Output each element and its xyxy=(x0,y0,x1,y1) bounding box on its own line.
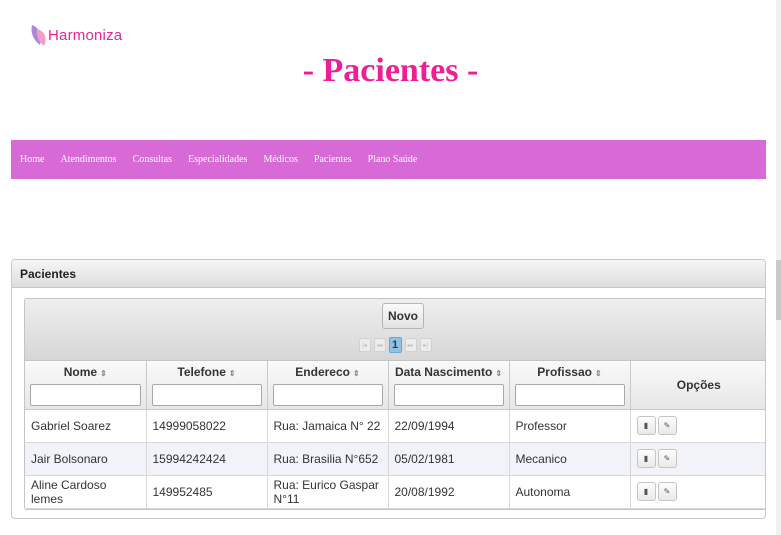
filter-input-telefone[interactable] xyxy=(151,384,262,406)
page-number-current[interactable]: 1 xyxy=(388,337,402,353)
patients-datatable: Novo |◂ ◂◂ 1 ▸▸ ▸| Nome ⇕ Telefone ⇕ Ender… xyxy=(24,298,765,510)
cell-endereco: Rua: Eurico Gaspar N°11 xyxy=(267,475,389,509)
trash-icon[interactable]: ▮ xyxy=(636,482,656,501)
last-page-icon[interactable]: ▸| xyxy=(419,338,432,352)
brand-logo[interactable]: Harmoniza xyxy=(28,22,122,48)
page-title: - Pacientes - xyxy=(302,52,479,89)
cell-telefone: 15994242424 xyxy=(146,442,268,476)
scrollbar-thumb[interactable] xyxy=(776,260,781,320)
column-label-nome: Nome xyxy=(63,365,98,379)
harmoniza-logo-icon xyxy=(31,25,46,46)
column-label-telefone: Telefone xyxy=(177,365,226,379)
sort-icon: ⇕ xyxy=(594,369,602,378)
table-row[interactable]: Aline Cardoso lemes 149952485 Rua: Euric… xyxy=(25,475,765,509)
cell-profissao: Autonoma xyxy=(509,475,631,509)
cell-telefone: 14999058022 xyxy=(146,409,268,443)
paginator: |◂ ◂◂ 1 ▸▸ ▸| xyxy=(25,335,765,355)
filter-input-data-nascimento[interactable] xyxy=(393,384,504,406)
trash-icon[interactable]: ▮ xyxy=(636,416,656,435)
pencil-icon[interactable]: ✎ xyxy=(657,482,677,501)
cell-telefone: 149952485 xyxy=(146,475,268,509)
sort-icon: ⇕ xyxy=(228,369,236,378)
table-row[interactable]: Gabriel Soarez 14999058022 Rua: Jamaica … xyxy=(25,409,765,443)
patients-table: Nome ⇕ Telefone ⇕ Endereco ⇕ Data Nasciment… xyxy=(25,361,765,509)
column-header-data-nascimento[interactable]: Data Nascimento ⇕ xyxy=(388,361,510,410)
panel-title: Pacientes xyxy=(12,260,765,288)
prev-page-icon[interactable]: ◂◂ xyxy=(373,338,386,352)
pencil-icon[interactable]: ✎ xyxy=(657,449,677,468)
nav-item-pacientes[interactable]: Pacientes xyxy=(314,154,352,165)
table-row[interactable]: Jair Bolsonaro 15994242424 Rua: Brasilia… xyxy=(25,442,765,476)
column-header-opcoes: Opções xyxy=(630,361,765,410)
main-navbar: Home Atendimentos Consultas Especialidad… xyxy=(11,140,766,179)
column-label-data-nascimento: Data Nascimento xyxy=(394,365,493,379)
cell-opcoes: ▮ ✎ xyxy=(630,442,765,476)
nav-item-consultas[interactable]: Consultas xyxy=(133,154,172,165)
brand-name: Harmoniza xyxy=(48,26,123,44)
nav-item-home[interactable]: Home xyxy=(20,154,44,165)
filter-input-nome[interactable] xyxy=(30,384,141,406)
cell-nascimento: 20/08/1992 xyxy=(388,475,510,509)
sort-icon: ⇕ xyxy=(352,369,360,378)
cell-nascimento: 05/02/1981 xyxy=(388,442,510,476)
pacientes-panel: Pacientes Novo |◂ ◂◂ 1 ▸▸ ▸| Nome ⇕ Telef… xyxy=(11,259,766,519)
column-header-profissao[interactable]: Profissao ⇕ xyxy=(509,361,631,410)
page-scrollbar[interactable] xyxy=(776,0,781,535)
column-header-telefone[interactable]: Telefone ⇕ xyxy=(146,361,268,410)
column-header-nome[interactable]: Nome ⇕ xyxy=(25,361,147,410)
sort-icon: ⇕ xyxy=(100,369,107,378)
cell-nome: Jair Bolsonaro xyxy=(25,442,147,476)
pencil-icon[interactable]: ✎ xyxy=(657,416,677,435)
sort-icon: ⇕ xyxy=(495,369,503,378)
nav-item-plano-saude[interactable]: Plano Saúde xyxy=(368,154,418,165)
cell-endereco: Rua: Jamaica N° 22 xyxy=(267,409,389,443)
column-header-endereco[interactable]: Endereco ⇕ xyxy=(267,361,389,410)
cell-profissao: Mecanico xyxy=(509,442,631,476)
cell-opcoes: ▮ ✎ xyxy=(630,475,765,509)
filter-input-profissao[interactable] xyxy=(514,384,625,406)
cell-nome: Aline Cardoso lemes xyxy=(25,475,147,509)
cell-endereco: Rua: Brasilia N°652 xyxy=(267,442,389,476)
nav-item-medicos[interactable]: Médicos xyxy=(263,154,297,165)
cell-nome: Gabriel Soarez xyxy=(25,409,147,443)
column-label-endereco: Endereco xyxy=(295,365,350,379)
filter-input-endereco[interactable] xyxy=(272,384,383,406)
cell-profissao: Professor xyxy=(509,409,631,443)
next-page-icon[interactable]: ▸▸ xyxy=(404,338,417,352)
new-patient-button[interactable]: Novo xyxy=(382,303,424,329)
column-label-profissao: Profissao xyxy=(537,365,592,379)
nav-item-especialidades[interactable]: Especialidades xyxy=(188,154,247,165)
first-page-icon[interactable]: |◂ xyxy=(358,338,371,352)
cell-nascimento: 22/09/1994 xyxy=(388,409,510,443)
trash-icon[interactable]: ▮ xyxy=(636,449,656,468)
nav-item-atendimentos[interactable]: Atendimentos xyxy=(60,154,116,165)
cell-opcoes: ▮ ✎ xyxy=(630,409,765,443)
datatable-header: Novo |◂ ◂◂ 1 ▸▸ ▸| xyxy=(25,299,765,361)
